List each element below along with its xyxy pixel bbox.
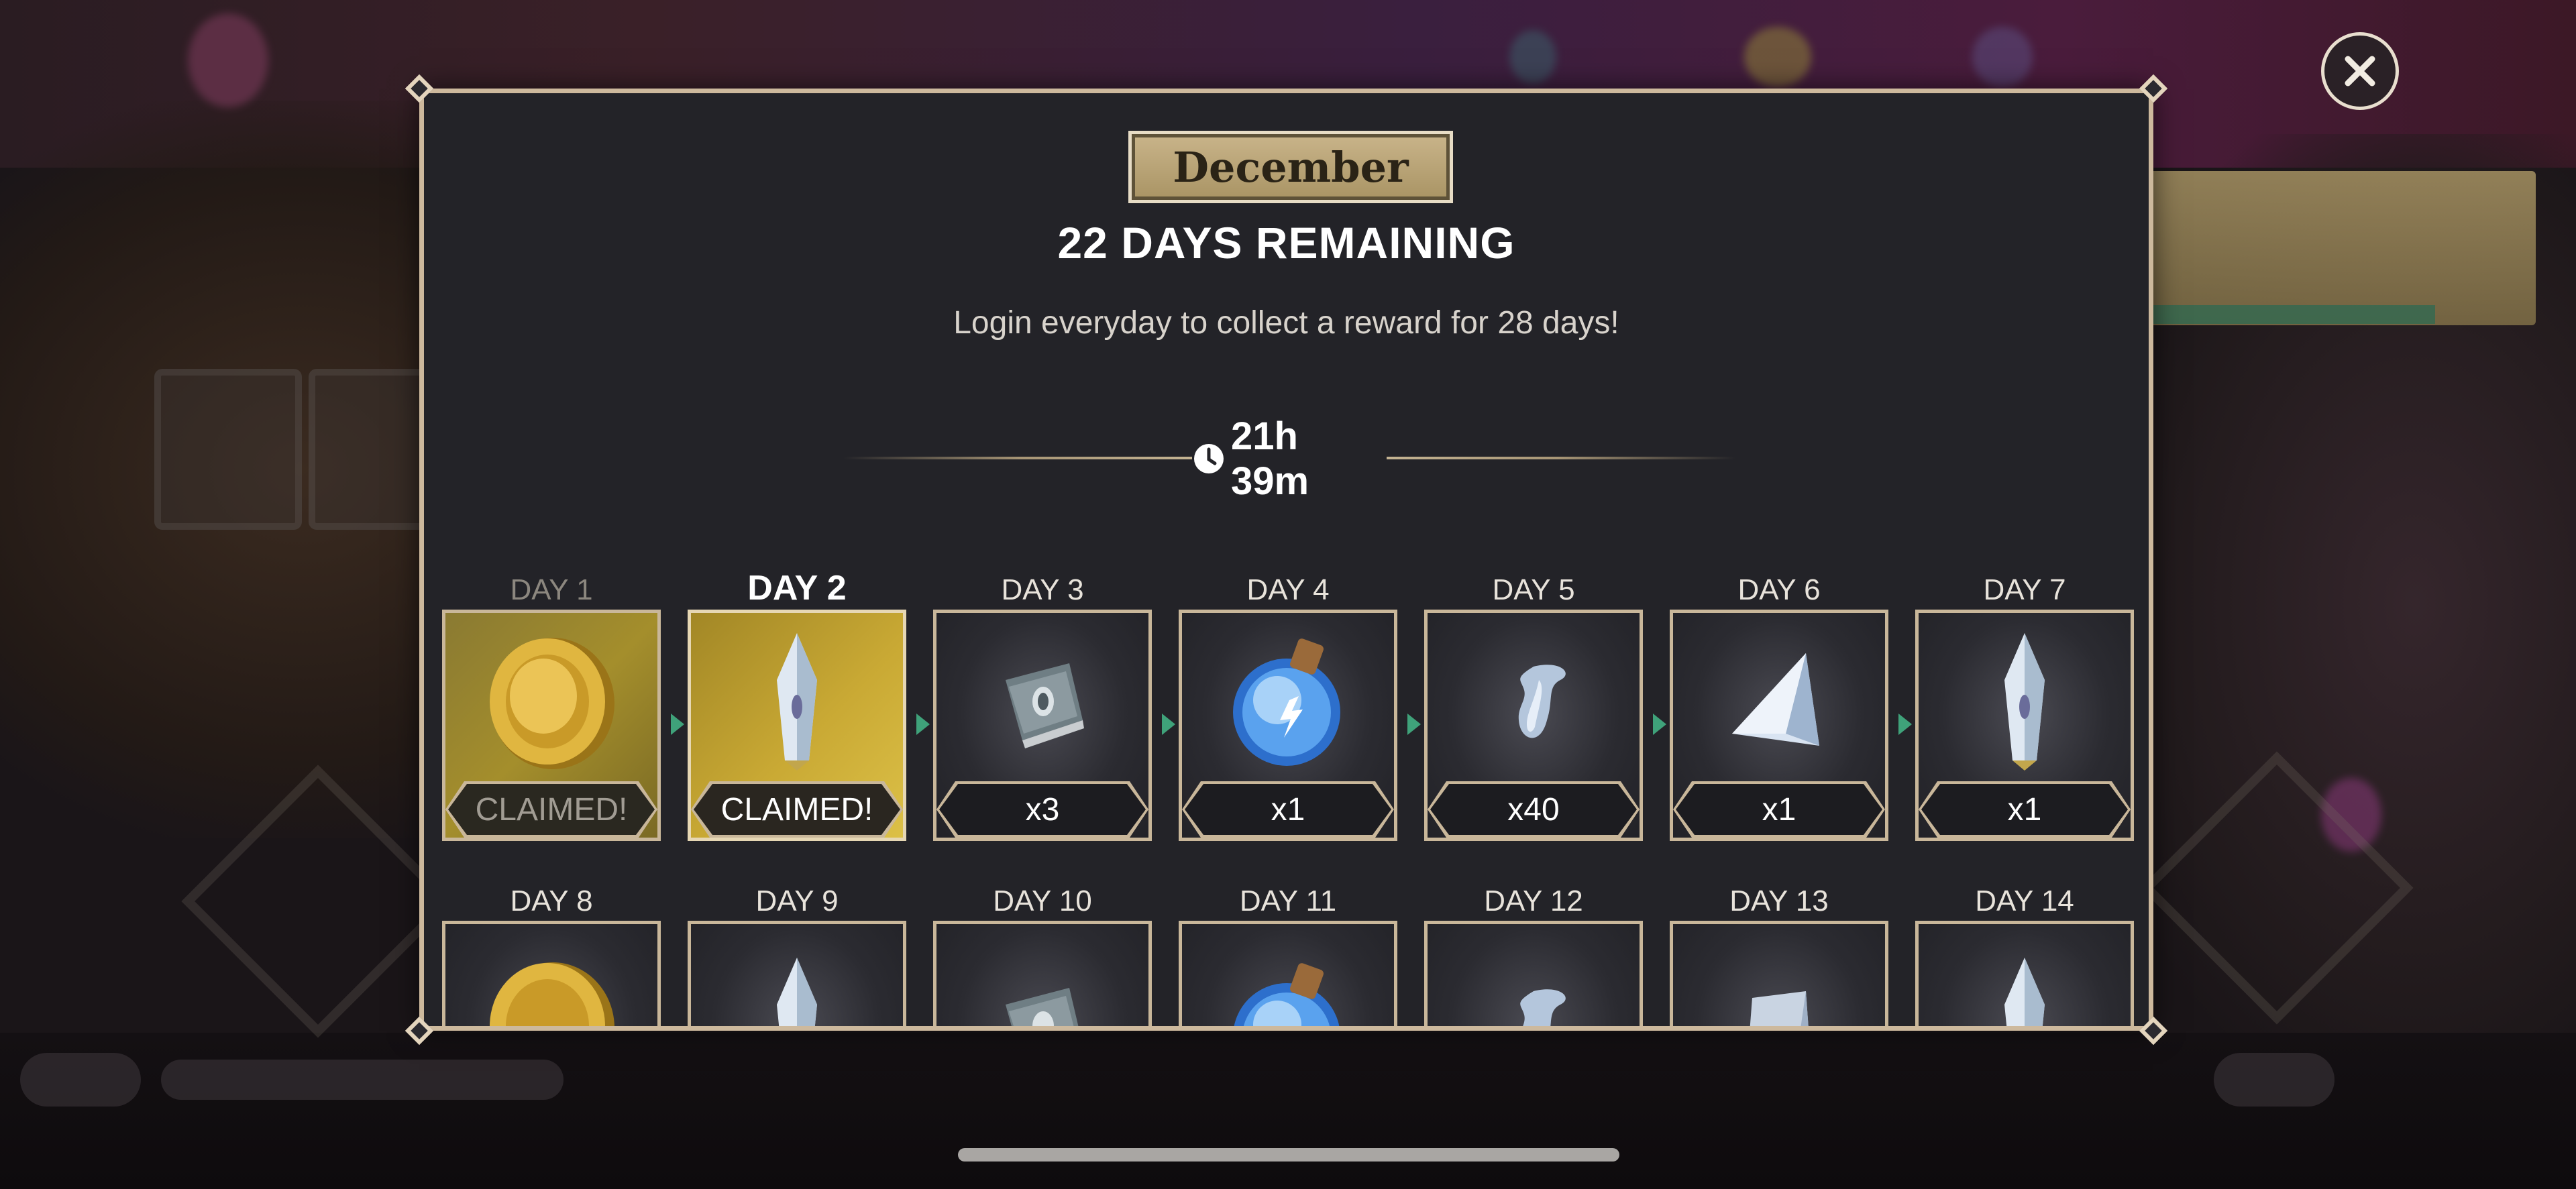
day-label: DAY 2 xyxy=(747,569,847,608)
gold-coin-icon xyxy=(490,962,614,1026)
day-label: DAY 12 xyxy=(1484,885,1583,917)
crystal-shard-icon xyxy=(777,958,817,1026)
progress-arrow xyxy=(1162,714,1175,735)
reward-card-day-7[interactable]: x1 xyxy=(1915,610,2134,841)
reward-card-day-11[interactable] xyxy=(1179,921,1397,1026)
day-label: DAY 6 xyxy=(1737,573,1821,606)
reward-card-day-8[interactable] xyxy=(442,921,661,1026)
rewards-description: Login everyday to collect a reward for 2… xyxy=(953,305,1619,341)
day-label: DAY 1 xyxy=(510,573,593,606)
reward-quantity: x1 xyxy=(1185,784,1391,835)
home-indicator[interactable] xyxy=(958,1148,1619,1162)
crystal-shard-icon xyxy=(777,633,817,771)
progress-arrow xyxy=(1653,714,1666,735)
day-label: DAY 14 xyxy=(1975,885,2074,917)
reward-quantity: x40 xyxy=(1430,784,1637,835)
spellbook-icon xyxy=(1006,663,1084,748)
crystal-block-icon xyxy=(1750,991,1809,1026)
progress-arrow xyxy=(1898,714,1912,735)
reward-card-day-13[interactable] xyxy=(1670,921,1888,1026)
wisp-essence-icon xyxy=(1520,989,1566,1026)
clock-icon xyxy=(1193,444,1224,473)
close-button[interactable] xyxy=(2321,32,2399,110)
day-label: DAY 13 xyxy=(1729,885,1829,917)
daily-login-rewards-modal: December 22 DAYS REMAINING Login everyda… xyxy=(419,89,2153,1031)
reward-quantity: x3 xyxy=(939,784,1146,835)
day-label: DAY 4 xyxy=(1246,573,1330,606)
prism-pyramid-icon xyxy=(1732,653,1819,746)
reward-card-day-10[interactable] xyxy=(933,921,1152,1026)
month-banner: December xyxy=(1128,131,1453,203)
wisp-essence-icon xyxy=(1518,665,1566,738)
crystal-shard-icon xyxy=(2004,633,2045,771)
close-icon xyxy=(2345,56,2375,87)
day-label: DAY 5 xyxy=(1492,573,1575,606)
crystal-shard-icon xyxy=(2004,958,2045,1026)
potion-flask-icon xyxy=(1234,963,1340,1026)
countdown-timer: 21h 39m xyxy=(1192,414,1387,503)
reward-quantity: x1 xyxy=(1676,784,1882,835)
day-label: DAY 10 xyxy=(993,885,1092,917)
month-title: December xyxy=(1173,142,1409,192)
days-remaining-heading: 22 DAYS REMAINING xyxy=(1057,218,1515,268)
day-label: DAY 11 xyxy=(1239,885,1337,917)
reward-card-day-3[interactable]: x3 xyxy=(933,610,1152,841)
reward-card-day-12[interactable] xyxy=(1424,921,1643,1026)
day-label: DAY 8 xyxy=(510,885,593,917)
reward-card-day-14[interactable] xyxy=(1915,921,2134,1026)
progress-arrow xyxy=(1407,714,1421,735)
reward-quantity: x1 xyxy=(1921,784,2128,835)
day-label: DAY 7 xyxy=(1983,573,2066,606)
reward-card-day-9[interactable] xyxy=(688,921,906,1026)
timer-value: 21h 39m xyxy=(1230,414,1309,503)
spellbook-icon xyxy=(1006,988,1079,1026)
reward-card-day-2[interactable]: CLAIMED! xyxy=(688,610,906,841)
day-label: DAY 9 xyxy=(755,885,839,917)
reward-card-day-4[interactable]: x1 xyxy=(1179,610,1397,841)
reward-status: CLAIMED! xyxy=(448,784,655,835)
reward-card-day-6[interactable]: x1 xyxy=(1670,610,1888,841)
potion-flask-icon xyxy=(1233,638,1340,766)
progress-arrow xyxy=(671,714,684,735)
reward-card-day-5[interactable]: x40 xyxy=(1424,610,1643,841)
gold-coin-icon xyxy=(490,638,614,769)
reward-card-day-1[interactable]: CLAIMED! xyxy=(442,610,661,841)
progress-arrow xyxy=(916,714,930,735)
reward-status: CLAIMED! xyxy=(694,784,900,835)
day-label: DAY 3 xyxy=(1001,573,1084,606)
